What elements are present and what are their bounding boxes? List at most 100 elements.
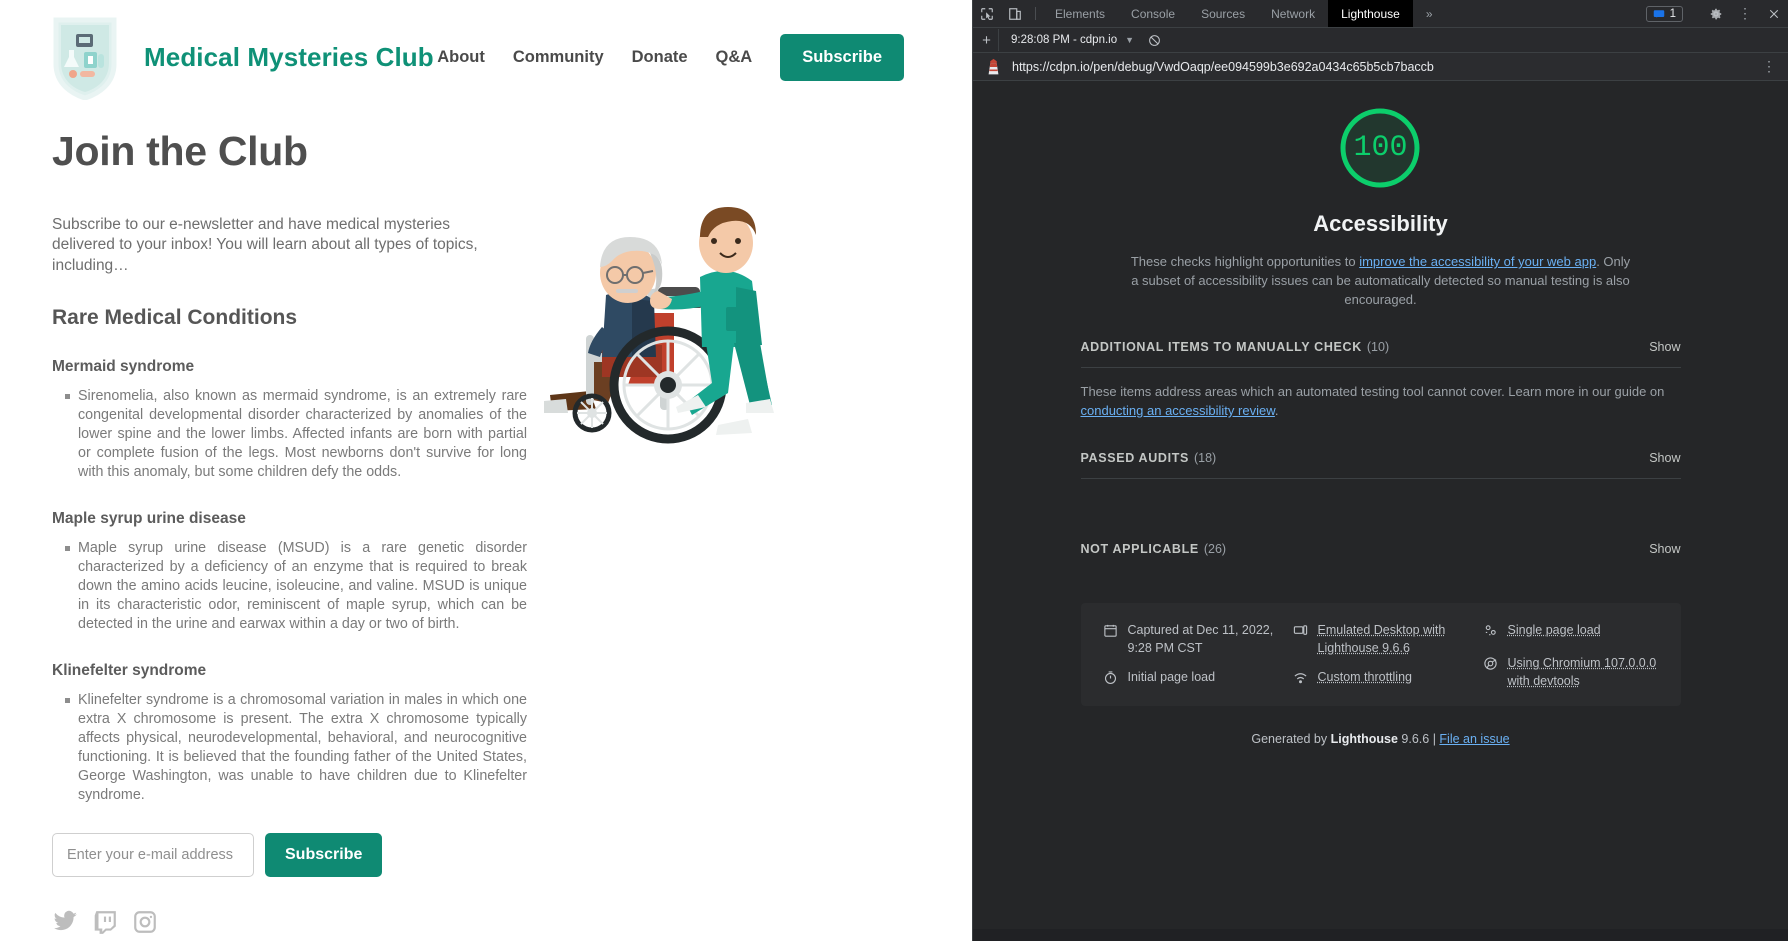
list-item: Sirenomelia, also known as mermaid syndr… — [65, 387, 527, 482]
metadata-text-captured-at: Captured at Dec 11, 2022, 9:28 PM CST — [1128, 621, 1279, 657]
stopwatch-icon — [1103, 670, 1118, 690]
page-title: Join the Club — [52, 128, 520, 175]
devtools-tabbar-right: 1 ⋮ — [1640, 0, 1788, 27]
app-root: Medical Mysteries Club About Community D… — [0, 0, 1788, 941]
tab-sources[interactable]: Sources — [1188, 0, 1258, 27]
metadata-item-custom-throttling: Custom throttling — [1293, 668, 1469, 690]
nav-link-donate[interactable]: Donate — [632, 48, 688, 67]
nav-link-about[interactable]: About — [437, 48, 485, 67]
metadata-item-single-page-load: Single page load — [1483, 621, 1659, 643]
devtools-tabbar: Elements Console Sources Network Lightho… — [973, 0, 1788, 28]
report-url[interactable]: https://cdpn.io/pen/debug/VwdOaqp/ee0945… — [1012, 60, 1434, 74]
section-show-toggle-not-applicable[interactable]: Show — [1649, 542, 1680, 556]
metadata-column-2: Emulated Desktop with Lighthouse 9.6.6 C… — [1293, 621, 1469, 690]
improve-accessibility-link[interactable]: improve the accessibility of your web ap… — [1359, 254, 1596, 269]
condition-title-mermaid-syndrome: Mermaid syndrome — [52, 358, 520, 376]
instagram-icon[interactable] — [132, 909, 158, 935]
section-count-passed-audits: (18) — [1194, 451, 1216, 465]
report-sections: ADDITIONAL ITEMS TO MANUALLY CHECK (10) … — [1081, 326, 1681, 570]
section-title-not-applicable: NOT APPLICABLE — [1081, 542, 1199, 556]
section-header-not-applicable[interactable]: NOT APPLICABLE (26) Show — [1081, 528, 1681, 569]
desktop-icon — [1293, 623, 1308, 643]
clear-icon[interactable] — [1148, 34, 1161, 47]
report-url-bar: https://cdpn.io/pen/debug/VwdOaqp/ee0945… — [973, 53, 1788, 81]
social-links — [52, 909, 520, 935]
list-item: Maple syrup urine disease (MSUD) is a ra… — [65, 539, 527, 634]
devtools-bottom-strip — [973, 929, 1788, 941]
more-vertical-icon[interactable]: ⋮ — [1730, 5, 1760, 22]
issues-badge[interactable]: 1 — [1646, 6, 1683, 22]
lighthouse-run-toolbar: + 9:28:08 PM - cdpn.io ▼ — [973, 28, 1788, 53]
calendar-icon — [1103, 623, 1118, 643]
accessibility-review-link[interactable]: conducting an accessibility review — [1081, 403, 1275, 418]
wheelchair-illustration — [540, 195, 840, 445]
condition-list-mermaid-syndrome: Sirenomelia, also known as mermaid syndr… — [52, 387, 520, 482]
twitch-icon[interactable] — [92, 909, 118, 935]
chromium-icon — [1483, 656, 1498, 676]
gear-icon[interactable] — [1702, 7, 1730, 21]
device-toolbar-icon[interactable] — [1001, 0, 1029, 27]
footer-version: 9.6.6 | — [1398, 732, 1439, 746]
condition-title-maple-syrup-urine-disease: Maple syrup urine disease — [52, 510, 520, 528]
metadata-item-emulated-desktop: Emulated Desktop with Lighthouse 9.6.6 — [1293, 621, 1469, 657]
metadata-text-custom-throttling[interactable]: Custom throttling — [1318, 668, 1412, 686]
close-icon[interactable] — [1760, 8, 1788, 20]
tab-elements[interactable]: Elements — [1042, 0, 1118, 27]
devtools-panel: Elements Console Sources Network Lightho… — [972, 0, 1788, 941]
chevron-down-icon[interactable]: ▼ — [1125, 35, 1134, 45]
tab-network[interactable]: Network — [1258, 0, 1328, 27]
report-metadata-box: Captured at Dec 11, 2022, 9:28 PM CST In… — [1081, 603, 1681, 706]
section-title-rare-conditions: Rare Medical Conditions — [52, 306, 520, 330]
metadata-item-using-chromium: Using Chromium 107.0.0.0 with devtools — [1483, 654, 1659, 690]
section-header-passed-audits[interactable]: PASSED AUDITS (18) Show — [1081, 437, 1681, 479]
inspect-element-icon[interactable] — [973, 0, 1001, 27]
twitter-icon[interactable] — [52, 909, 78, 935]
nav-link-qa[interactable]: Q&A — [716, 48, 753, 67]
section-show-toggle-passed-audits[interactable]: Show — [1649, 451, 1680, 465]
score-gauge: 100 — [1339, 107, 1421, 189]
section-header-manual-check[interactable]: ADDITIONAL ITEMS TO MANUALLY CHECK (10) … — [1081, 326, 1681, 368]
newsletter-form: Subscribe — [52, 833, 520, 877]
category-title: Accessibility — [1313, 211, 1448, 237]
section-title-passed-audits: PASSED AUDITS — [1081, 451, 1189, 465]
network-icon — [1293, 670, 1308, 690]
email-input[interactable] — [52, 833, 254, 877]
web-page-viewport: Medical Mysteries Club About Community D… — [0, 0, 972, 941]
section-body-passed-audits — [1081, 479, 1681, 529]
metadata-text-single-page-load[interactable]: Single page load — [1508, 621, 1601, 639]
nav-subscribe-button[interactable]: Subscribe — [780, 34, 904, 81]
file-an-issue-link[interactable]: File an issue — [1439, 732, 1509, 746]
metadata-column-1: Captured at Dec 11, 2022, 9:28 PM CST In… — [1103, 621, 1279, 690]
run-selector-label[interactable]: 9:28:08 PM - cdpn.io — [1011, 34, 1117, 46]
metadata-text-using-chromium[interactable]: Using Chromium 107.0.0.0 with devtools — [1508, 654, 1659, 690]
subscribe-button[interactable]: Subscribe — [265, 833, 382, 877]
metadata-text-initial-page-load: Initial page load — [1128, 668, 1216, 686]
footer-pre: Generated by — [1251, 732, 1330, 746]
section-show-toggle-manual-check[interactable]: Show — [1649, 340, 1680, 354]
toolbar-divider — [1035, 7, 1036, 20]
metadata-item-captured-at: Captured at Dec 11, 2022, 9:28 PM CST — [1103, 621, 1279, 657]
condition-list-maple-syrup-urine-disease: Maple syrup urine disease (MSUD) is a ra… — [52, 539, 520, 634]
metadata-text-emulated-desktop[interactable]: Emulated Desktop with Lighthouse 9.6.6 — [1318, 621, 1469, 657]
metadata-column-3: Single page load Using Chromium 107.0.0.… — [1483, 621, 1659, 690]
new-report-button[interactable]: + — [975, 29, 999, 51]
lighthouse-report: 100 Accessibility These checks highlight… — [973, 81, 1788, 929]
score-value: 100 — [1339, 107, 1421, 189]
site-header: Medical Mysteries Club About Community D… — [0, 0, 972, 100]
section-body-manual-check: These items address areas which an autom… — [1081, 368, 1681, 437]
page-content: Join the Club Subscribe to our e-newslet… — [0, 128, 560, 935]
site-nav: About Community Donate Q&A Subscribe — [437, 34, 932, 81]
section-count-manual-check: (10) — [1367, 340, 1389, 354]
report-footer: Generated by Lighthouse 9.6.6 | File an … — [1251, 732, 1509, 746]
medical-shield-icon — [52, 14, 118, 100]
tab-lighthouse[interactable]: Lighthouse — [1328, 0, 1413, 27]
manual-check-body-pre: These items address areas which an autom… — [1081, 384, 1665, 399]
nav-link-community[interactable]: Community — [513, 48, 604, 67]
tab-console[interactable]: Console — [1118, 0, 1188, 27]
section-count-not-applicable: (26) — [1204, 542, 1226, 556]
footer-brand: Lighthouse — [1331, 732, 1398, 746]
section-title-manual-check: ADDITIONAL ITEMS TO MANUALLY CHECK — [1081, 340, 1362, 354]
tab-overflow-chevron[interactable]: » — [1413, 0, 1446, 27]
lighthouse-logo-icon — [985, 58, 1002, 76]
report-more-icon[interactable]: ⋮ — [1758, 58, 1780, 75]
